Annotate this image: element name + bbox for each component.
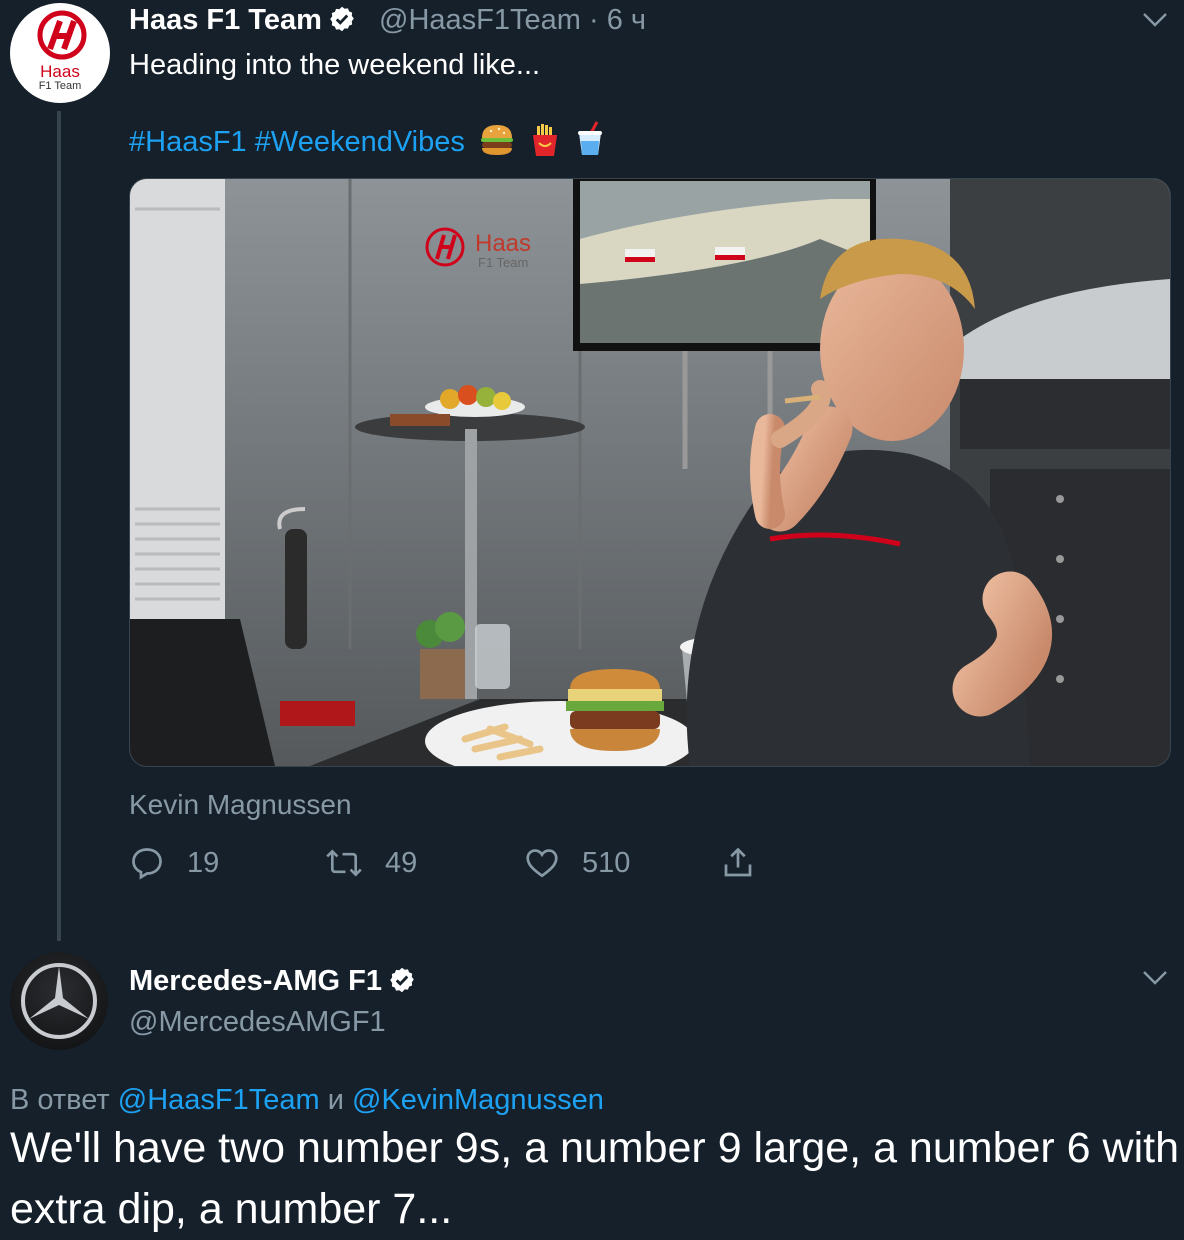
timestamp[interactable]: 6 ч [607, 4, 646, 36]
like-button[interactable]: 510 [524, 843, 630, 883]
fries-icon [529, 123, 561, 166]
heart-icon [526, 849, 558, 878]
dot-separator: · [580, 4, 607, 36]
hashtags-line: #HaasF1 #WeekendVibes [129, 121, 605, 166]
thread-line [57, 111, 61, 941]
reply-prefix: В ответ [10, 1084, 118, 1116]
photo-illustration: Haas F1 Team [130, 179, 1170, 766]
reply-button[interactable]: 19 [129, 843, 219, 883]
tweet-media-photo[interactable]: Haas F1 Team [129, 178, 1171, 767]
author-name-text: Haas F1 Team [129, 4, 322, 36]
avatar[interactable]: Haas F1 Team [10, 3, 110, 103]
mercedes-star-icon [21, 963, 97, 1039]
verified-badge-icon [388, 966, 416, 1003]
avatar-logo-subtext: F1 Team [39, 80, 82, 92]
wall-logo-text: Haas [475, 230, 531, 257]
reply-count: 19 [187, 846, 220, 879]
avatar[interactable] [10, 952, 108, 1050]
mention-link-kevin[interactable]: @KevinMagnussen [352, 1084, 604, 1116]
retweet-button[interactable]: 49 [325, 843, 417, 883]
burger-icon [479, 123, 515, 166]
mention-link-haas[interactable]: @HaasF1Team [118, 1084, 320, 1116]
retweet-icon [326, 849, 362, 877]
cup-with-straw-icon [575, 121, 605, 166]
retweet-count: 49 [385, 846, 418, 879]
chevron-down-icon[interactable] [1142, 12, 1168, 28]
reply-context: В ответ @HaasF1Team и @KevinMagnussen [10, 1082, 604, 1118]
verified-badge-icon [328, 5, 356, 42]
chevron-down-icon[interactable] [1142, 970, 1168, 986]
wall-logo-subtext: F1 Team [478, 255, 528, 270]
author-name-text: Mercedes-AMG F1 [129, 965, 383, 997]
hashtag-links[interactable]: #HaasF1 #WeekendVibes [129, 126, 465, 158]
author-name[interactable]: Mercedes-AMG F1 [129, 963, 416, 1003]
author-handle[interactable]: @MercedesAMGF1 [129, 1004, 386, 1040]
author-handle-line: @HaasF1Team · 6 ч [379, 2, 646, 38]
haas-logo-icon: Haas F1 Team [37, 10, 87, 92]
author-handle[interactable]: @HaasF1Team [379, 4, 581, 36]
avatar-logo-text: Haas [40, 62, 80, 81]
like-count: 510 [582, 846, 631, 879]
tweet-text: Heading into the weekend like... [129, 49, 541, 81]
author-name[interactable]: Haas F1 Team [129, 2, 356, 42]
media-caption: Kevin Magnussen [129, 789, 352, 820]
reply-and: и [319, 1084, 352, 1116]
share-icon [724, 847, 752, 877]
tweet-text: We'll have two number 9s, a number 9 lar… [10, 1124, 1179, 1233]
share-button[interactable] [720, 843, 778, 883]
reply-icon [132, 848, 162, 880]
